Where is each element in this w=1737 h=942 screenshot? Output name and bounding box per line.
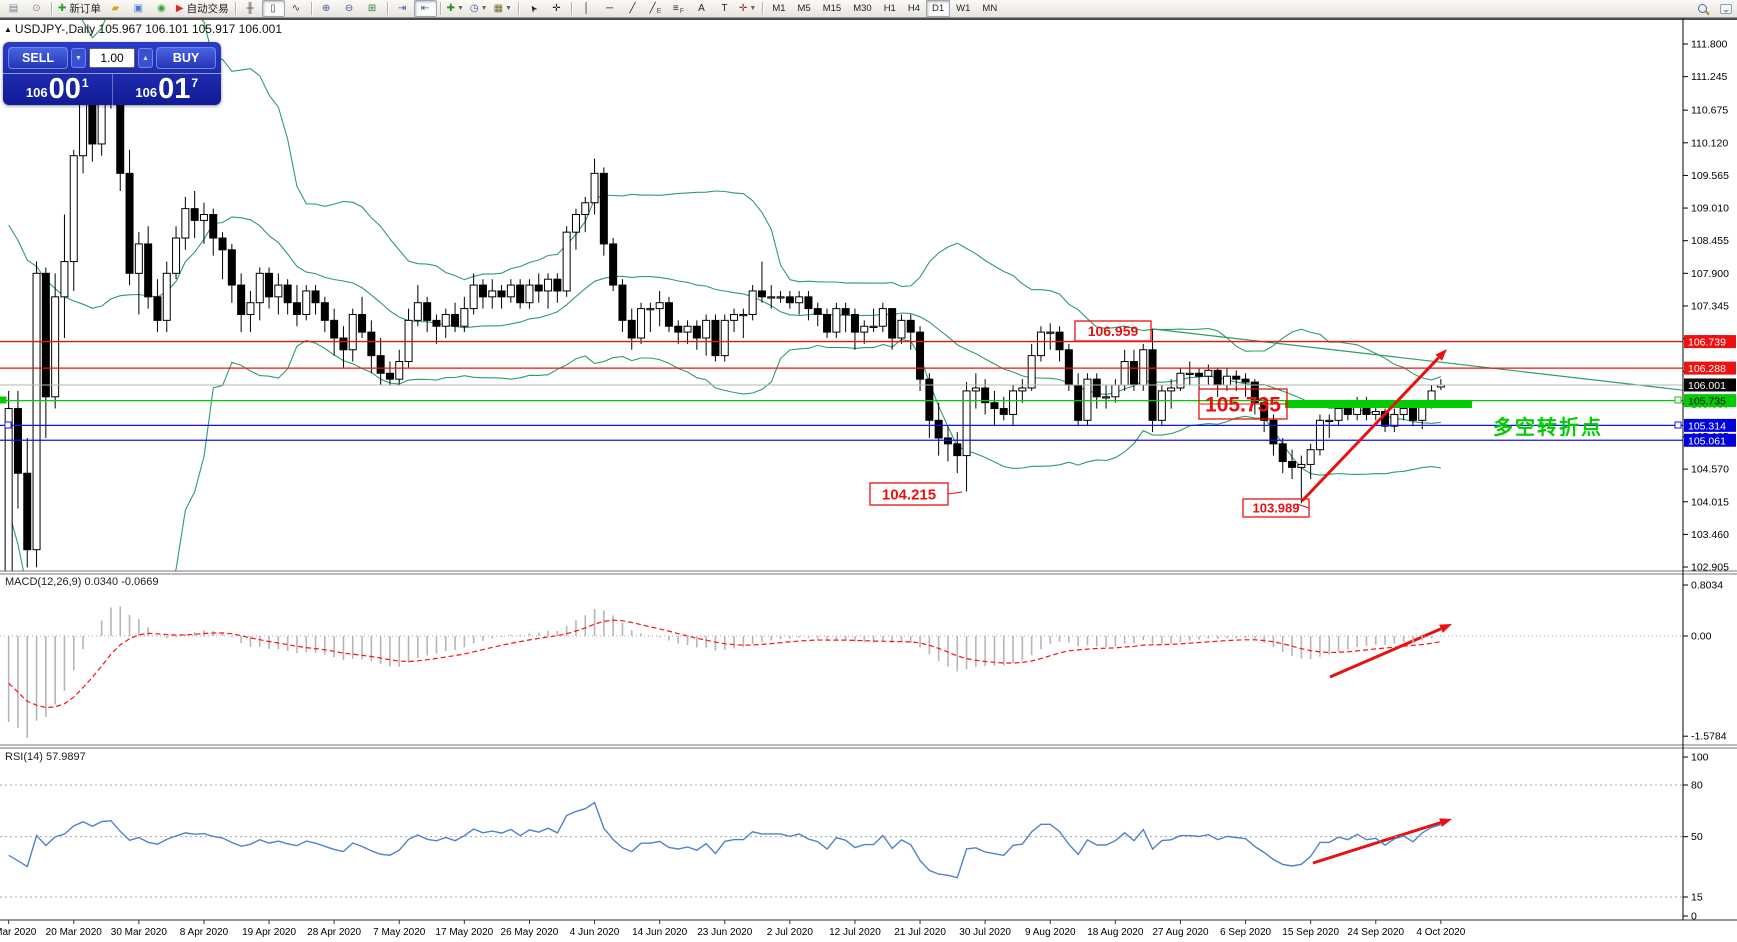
- date-tick-label: 4 Jun 2020: [570, 927, 620, 938]
- price-badge-text: 105.061: [1688, 435, 1726, 447]
- mt4-terminal: ▤⊙✚新订单▰▣◉▶自动交易╫▯∿⊕⊖⊞⇥⇤✚▼◷▼▦▼➤✛│─╱╱E≡FAT✛…: [0, 0, 1737, 942]
- rsi-line: [9, 803, 1441, 878]
- bid-price[interactable]: 106 00 1: [3, 74, 113, 105]
- price-tick-label: 108.455: [1691, 235, 1729, 247]
- date-tick-label: 2 Jul 2020: [767, 927, 814, 938]
- date-tick-label: 15 Sep 2020: [1282, 927, 1339, 938]
- sell-button[interactable]: SELL: [8, 47, 68, 69]
- date-tick-label: 30 Mar 2020: [111, 927, 168, 938]
- price-label-text: 105.735: [1205, 394, 1281, 417]
- bullish-arrow-macd[interactable]: [1330, 624, 1452, 677]
- date-tick-label: 18 Aug 2020: [1087, 927, 1144, 938]
- date-tick-label: 11 Mar 2020: [0, 927, 37, 938]
- date-tick-label: 24 Sep 2020: [1347, 927, 1404, 938]
- date-tick-label: 30 Jul 2020: [959, 927, 1011, 938]
- ask-price[interactable]: 106 01 7: [113, 74, 222, 105]
- chart-ohlc-values: 105.967 106.101 105.917 106.001: [99, 22, 283, 36]
- price-tick-label: 103.460: [1691, 529, 1729, 541]
- bid-pip-digit: 1: [82, 76, 89, 90]
- macd-indicator-label: MACD(12,26,9) 0.0340 -0.0669: [5, 576, 159, 588]
- price-tick-label: 109.010: [1691, 203, 1729, 215]
- line-handle[interactable]: [1675, 397, 1681, 403]
- bollinger-bands: [9, 0, 1441, 604]
- rsi-axis-label: 80: [1691, 780, 1703, 792]
- one-click-trading-panel: SELL ▼ ▲ BUY 106 00 1 106 01 7: [3, 42, 221, 105]
- price-tick-label: 111.245: [1691, 71, 1728, 83]
- price-badge-text: 105.735: [1688, 396, 1726, 408]
- bid-big-digits: 00: [49, 77, 81, 102]
- date-tick-label: 19 Apr 2020: [242, 927, 296, 938]
- rsi-indicator-label: RSI(14) 57.9897: [5, 751, 86, 763]
- rsi-axis-label: 0: [1691, 911, 1697, 923]
- chart-title: ▲USDJPY-,Daily 105.967 106.101 105.917 1…: [4, 22, 282, 36]
- candles-layer: [5, 49, 1444, 608]
- price-badge-text: 106.001: [1688, 380, 1726, 392]
- price-badge-text: 106.739: [1688, 337, 1726, 349]
- price-label-text: 103.989: [1253, 501, 1300, 516]
- buy-button[interactable]: BUY: [156, 47, 216, 69]
- bullish-arrow-rsi[interactable]: [1313, 818, 1452, 863]
- date-tick-label: 6 Sep 2020: [1220, 927, 1272, 938]
- macd-axis-label: -1.5784: [1691, 731, 1727, 743]
- ask-pip-digit: 7: [191, 76, 198, 90]
- main-price-pane[interactable]: [5, 0, 1690, 608]
- date-tick-label: 9 Aug 2020: [1025, 927, 1076, 938]
- price-label-text: 106.959: [1088, 323, 1139, 339]
- bull-bear-turning-point-note[interactable]: 多空转折点: [1493, 415, 1603, 439]
- ask-prefix: 106: [135, 85, 157, 100]
- date-tick-label: 8 Apr 2020: [180, 927, 229, 938]
- chart-canvas[interactable]: 106.959 105.735 104.215 103.989 多空转折点 111.800…: [0, 0, 1737, 942]
- rsi-axis-label: 50: [1691, 831, 1703, 843]
- price-tick-label: 104.015: [1691, 496, 1729, 508]
- support-zone-bar[interactable]: [1285, 400, 1472, 408]
- collapse-icon[interactable]: ▲: [4, 25, 12, 34]
- macd-signal-line: [9, 620, 1441, 707]
- ask-big-digits: 01: [158, 77, 190, 102]
- price-badge-text: 105.314: [1688, 420, 1726, 432]
- date-tick-label: 4 Oct 2020: [1416, 927, 1465, 938]
- date-tick-label: 26 May 2020: [501, 927, 559, 938]
- rsi-axis-label: 15: [1691, 891, 1703, 903]
- line-handle[interactable]: [5, 422, 11, 428]
- date-tick-label: 27 Aug 2020: [1152, 927, 1209, 938]
- price-tick-label: 107.345: [1691, 300, 1729, 312]
- price-tick-label: 102.905: [1691, 562, 1729, 574]
- rsi-axis-label: 100: [1691, 752, 1709, 764]
- date-tick-label: 17 May 2020: [435, 927, 493, 938]
- date-tick-label: 7 May 2020: [373, 927, 426, 938]
- date-tick-label: 21 Jul 2020: [894, 927, 946, 938]
- date-tick-label: 23 Jun 2020: [697, 927, 752, 938]
- price-label-text: 104.215: [882, 486, 936, 503]
- price-badge-text: 106.288: [1688, 363, 1726, 375]
- macd-axis-label: 0.8034: [1691, 580, 1723, 592]
- date-tick-label: 14 Jun 2020: [632, 927, 687, 938]
- volume-input[interactable]: [89, 48, 135, 68]
- macd-axis-label: 0.00: [1691, 631, 1712, 643]
- price-tick-label: 110.120: [1691, 137, 1728, 149]
- line-handle[interactable]: [1675, 422, 1681, 428]
- price-tick-label: 110.675: [1691, 105, 1728, 117]
- price-tick-label: 107.900: [1691, 268, 1729, 280]
- line-handle[interactable]: [0, 397, 6, 403]
- date-tick-label: 20 Mar 2020: [46, 927, 103, 938]
- macd-pane[interactable]: [0, 607, 1683, 738]
- volume-down-button[interactable]: ▼: [71, 48, 86, 68]
- chart-annotations[interactable]: 106.959 105.735 104.215 103.989 多空转折点: [870, 321, 1603, 863]
- price-axis[interactable]: 111.800 111.245 110.675 110.120 109.565 109.0…: [1683, 39, 1736, 923]
- price-tick-label: 109.565: [1691, 170, 1729, 182]
- rsi-pane[interactable]: [0, 785, 1683, 897]
- date-tick-label: 12 Jul 2020: [829, 927, 881, 938]
- bid-prefix: 106: [26, 85, 48, 100]
- date-tick-label: 28 Apr 2020: [307, 927, 361, 938]
- chart-symbol-period: USDJPY-,Daily: [15, 22, 95, 36]
- price-tick-label: 111.800: [1691, 39, 1728, 51]
- date-axis[interactable]: 11 Mar 2020 20 Mar 2020 30 Mar 2020 8 Apr 2…: [0, 920, 1466, 938]
- volume-up-button[interactable]: ▲: [138, 48, 153, 68]
- price-tick-label: 104.570: [1691, 464, 1729, 476]
